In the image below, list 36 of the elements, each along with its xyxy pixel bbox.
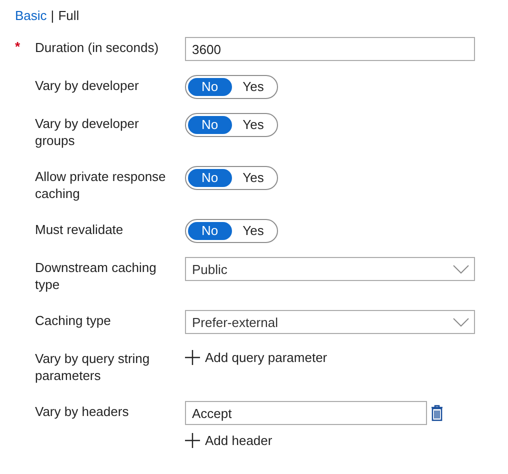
field-label: Allow private response caching [35, 168, 167, 203]
plus-icon [185, 433, 200, 448]
add-button[interactable]: Add query parameter [185, 350, 328, 365]
dropdown[interactable]: Public [185, 257, 475, 281]
plus-icon [185, 350, 200, 365]
field-label: Vary by developer [35, 77, 140, 95]
toggle-option[interactable]: No [188, 116, 232, 134]
toggle-switch[interactable]: No Yes [185, 75, 278, 99]
input-field[interactable]: Accept [185, 401, 427, 425]
toggle-option[interactable]: No [188, 169, 232, 187]
toggle-option[interactable]: No [188, 222, 232, 240]
field-label: Duration (in seconds) [35, 39, 160, 57]
add-button[interactable]: Add header [185, 433, 272, 448]
trash-icon[interactable] [431, 405, 443, 421]
field-label: Must revalidate [35, 221, 124, 239]
toggle-option[interactable]: Yes [232, 116, 275, 134]
required-marker: * [15, 39, 20, 54]
mode-link[interactable]: Basic [15, 8, 47, 22]
toggle-switch[interactable]: No Yes [185, 219, 278, 243]
toggle-option[interactable]: Yes [232, 78, 275, 96]
toggle-option[interactable]: Yes [232, 169, 275, 187]
mode-link[interactable]: Full [58, 8, 80, 22]
toggle-switch[interactable]: No Yes [185, 113, 278, 137]
field-label: Vary by headers [35, 403, 130, 421]
toggle-option[interactable]: No [188, 78, 232, 96]
field-label: Vary by query string parameters [35, 350, 151, 385]
input-field[interactable]: 3600 [185, 37, 475, 61]
toggle-option[interactable]: Yes [232, 222, 275, 240]
chevron-down-icon [453, 264, 469, 274]
dropdown[interactable]: Prefer-external [185, 310, 475, 334]
toggle-switch[interactable]: No Yes [185, 166, 278, 190]
field-label: Downstream caching type [35, 259, 158, 294]
field-label: Vary by developer groups [35, 115, 140, 150]
separator: | [50, 8, 54, 22]
field-label: Caching type [35, 312, 112, 330]
chevron-down-icon [453, 318, 469, 326]
